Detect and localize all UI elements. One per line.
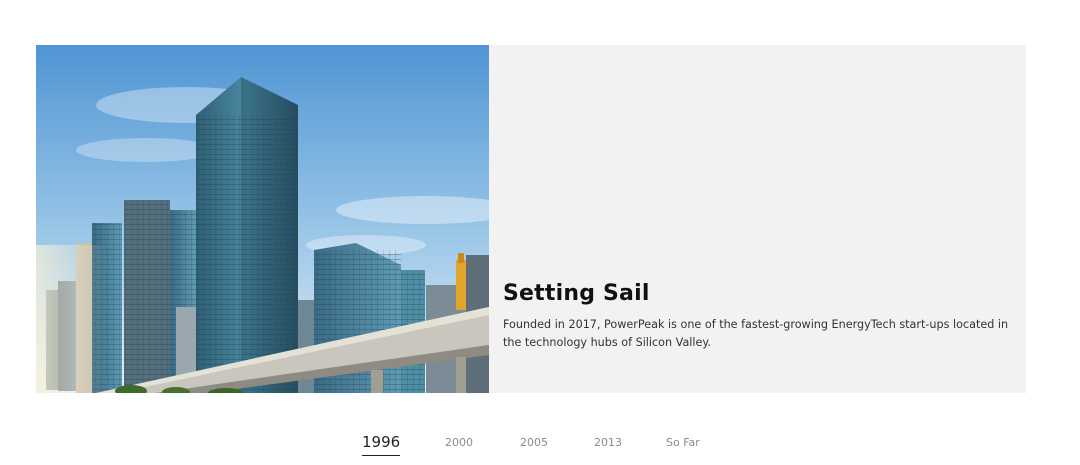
story-text-panel: Setting Sail Founded in 2017, PowerPeak … xyxy=(489,45,1026,393)
story-description: Founded in 2017, PowerPeak is one of the… xyxy=(503,318,1009,349)
timeline-tab-so-far[interactable]: So Far xyxy=(666,436,700,453)
story-title: Setting Sail xyxy=(503,281,650,306)
timeline-tab-2000[interactable]: 2000 xyxy=(445,436,473,453)
story-card: Setting Sail Founded in 2017, PowerPeak … xyxy=(36,45,1026,393)
timeline-tab-2005[interactable]: 2005 xyxy=(520,436,548,453)
page: Setting Sail Founded in 2017, PowerPeak … xyxy=(0,0,1080,465)
timeline-tab-2013[interactable]: 2013 xyxy=(594,436,622,453)
timeline-tab-1996[interactable]: 1996 xyxy=(362,433,401,456)
timeline-tabs: 1996 2000 2005 2013 So Far xyxy=(0,433,1080,465)
story-image xyxy=(36,45,489,393)
city-skyline-photo xyxy=(36,45,489,393)
